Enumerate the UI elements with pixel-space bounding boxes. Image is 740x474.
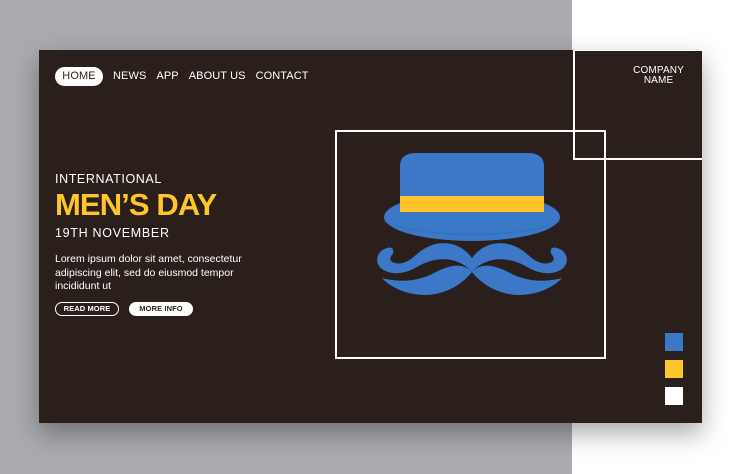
hero-title: MEN’S DAY xyxy=(55,187,217,222)
nav-about-us[interactable]: ABOUT US xyxy=(189,67,246,86)
nav-contact[interactable]: CONTACT xyxy=(256,67,309,86)
gold-color-swatch xyxy=(665,360,683,378)
landing-card: HOME NEWS APP ABOUT US CONTACT COMPANY N… xyxy=(39,50,702,423)
blue-color-swatch xyxy=(665,333,683,351)
hero-date: 19TH NOVEMBER xyxy=(55,226,170,240)
hero-description: Lorem ipsum dolor sit amet, consectetur … xyxy=(55,253,242,292)
white-color-swatch xyxy=(665,387,683,405)
hat-icon xyxy=(383,153,561,241)
hero-content: INTERNATIONAL MEN’S DAY 19TH NOVEMBER Lo… xyxy=(55,172,290,294)
read-more-button[interactable]: READ MORE xyxy=(55,302,119,316)
nav-app[interactable]: APP xyxy=(156,67,178,86)
company-name-line-2: NAME xyxy=(643,75,674,86)
landing-page-scene: HOME NEWS APP ABOUT US CONTACT COMPANY N… xyxy=(0,0,740,474)
mens-day-illustration xyxy=(377,153,567,295)
top-navigation: HOME NEWS APP ABOUT US CONTACT xyxy=(55,67,309,86)
nav-news[interactable]: NEWS xyxy=(113,67,146,86)
hero-eyebrow: INTERNATIONAL xyxy=(55,172,162,186)
hero-actions: READ MORE MORE INFO xyxy=(55,302,193,316)
mustache-icon xyxy=(377,243,567,295)
more-info-button[interactable]: MORE INFO xyxy=(129,302,193,316)
nav-home[interactable]: HOME xyxy=(55,67,103,86)
company-name: COMPANY NAME xyxy=(633,66,684,86)
